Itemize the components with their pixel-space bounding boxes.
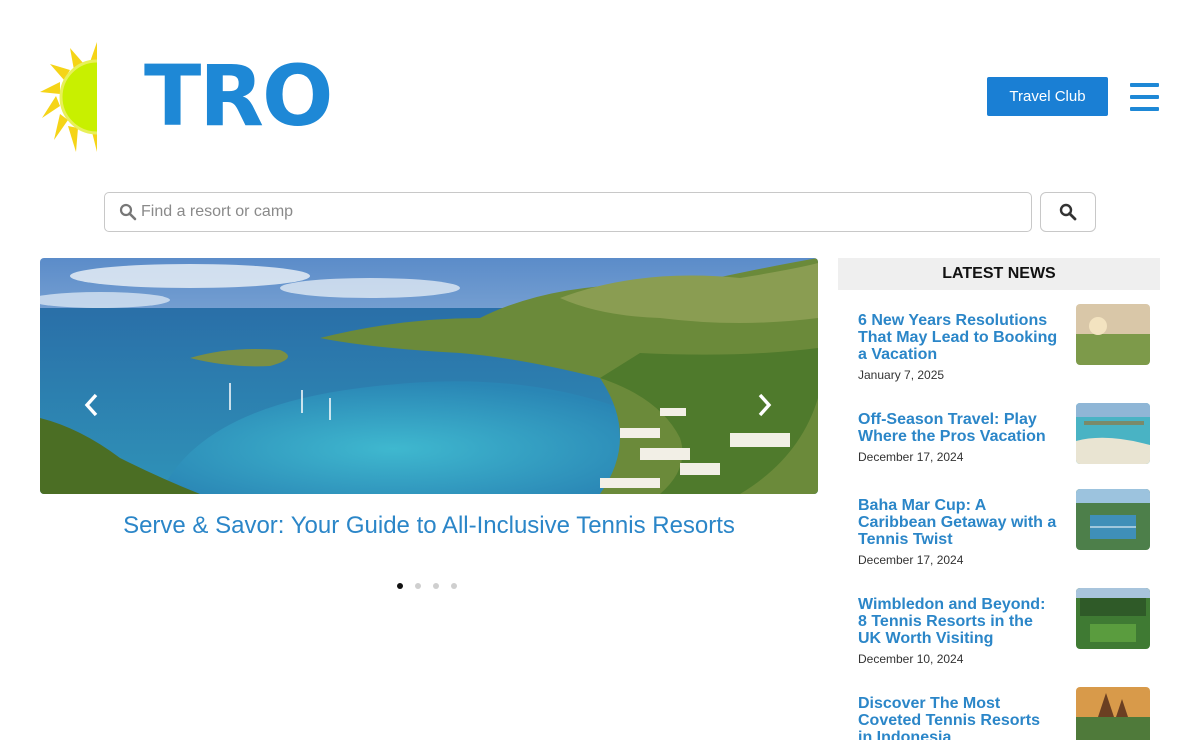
sun-icon bbox=[40, 42, 97, 152]
slider-dot-1[interactable] bbox=[397, 583, 403, 589]
news-item: Wimbledon and Beyond: 8 Tennis Resorts i… bbox=[858, 588, 1154, 666]
slider-pagination bbox=[397, 583, 457, 589]
news-title-link[interactable]: 6 New Years Resolutions That May Lead to… bbox=[858, 312, 1058, 363]
slide-title-link[interactable]: Serve & Savor: Your Guide to All-Inclusi… bbox=[40, 508, 818, 544]
news-title-link[interactable]: Off-Season Travel: Play Where the Pros V… bbox=[858, 411, 1058, 445]
news-item: 6 New Years Resolutions That May Lead to… bbox=[858, 304, 1154, 382]
travel-club-button[interactable]: Travel Club bbox=[987, 77, 1108, 116]
news-date: January 7, 2025 bbox=[858, 368, 945, 382]
news-title-link[interactable]: Wimbledon and Beyond: 8 Tennis Resorts i… bbox=[858, 596, 1058, 647]
slider-prev-arrow-icon[interactable] bbox=[80, 392, 104, 418]
news-thumbnail[interactable] bbox=[1076, 687, 1150, 740]
search-icon bbox=[119, 203, 137, 221]
news-item: Baha Mar Cup: A Caribbean Getaway with a… bbox=[858, 489, 1154, 567]
news-date: December 17, 2024 bbox=[858, 553, 964, 567]
news-item: Off-Season Travel: Play Where the Pros V… bbox=[858, 403, 1154, 464]
news-thumbnail[interactable] bbox=[1076, 588, 1150, 649]
news-title-link[interactable]: Baha Mar Cup: A Caribbean Getaway with a… bbox=[858, 497, 1058, 548]
slider-dot-4[interactable] bbox=[451, 583, 457, 589]
site-logo[interactable]: TRO bbox=[40, 40, 333, 154]
logo-text: TRO bbox=[144, 47, 333, 145]
news-date: December 10, 2024 bbox=[858, 652, 964, 666]
news-thumbnail[interactable] bbox=[1076, 403, 1150, 464]
slider-dot-2[interactable] bbox=[415, 583, 421, 589]
news-title-link[interactable]: Discover The Most Coveted Tennis Resorts… bbox=[858, 695, 1058, 740]
news-thumbnail[interactable] bbox=[1076, 489, 1150, 550]
slider-dot-3[interactable] bbox=[433, 583, 439, 589]
search-icon bbox=[1059, 203, 1077, 221]
search-submit-button[interactable] bbox=[1040, 192, 1096, 232]
news-item: Discover The Most Coveted Tennis Resorts… bbox=[858, 687, 1154, 740]
latest-news-heading: LATEST NEWS bbox=[838, 258, 1160, 290]
hamburger-menu-icon[interactable] bbox=[1130, 83, 1159, 111]
slider-next-arrow-icon[interactable] bbox=[752, 392, 776, 418]
search-input[interactable] bbox=[141, 203, 1031, 221]
hero-slide-image[interactable] bbox=[40, 258, 818, 494]
search-field-wrapper bbox=[104, 192, 1032, 232]
news-thumbnail[interactable] bbox=[1076, 304, 1150, 365]
